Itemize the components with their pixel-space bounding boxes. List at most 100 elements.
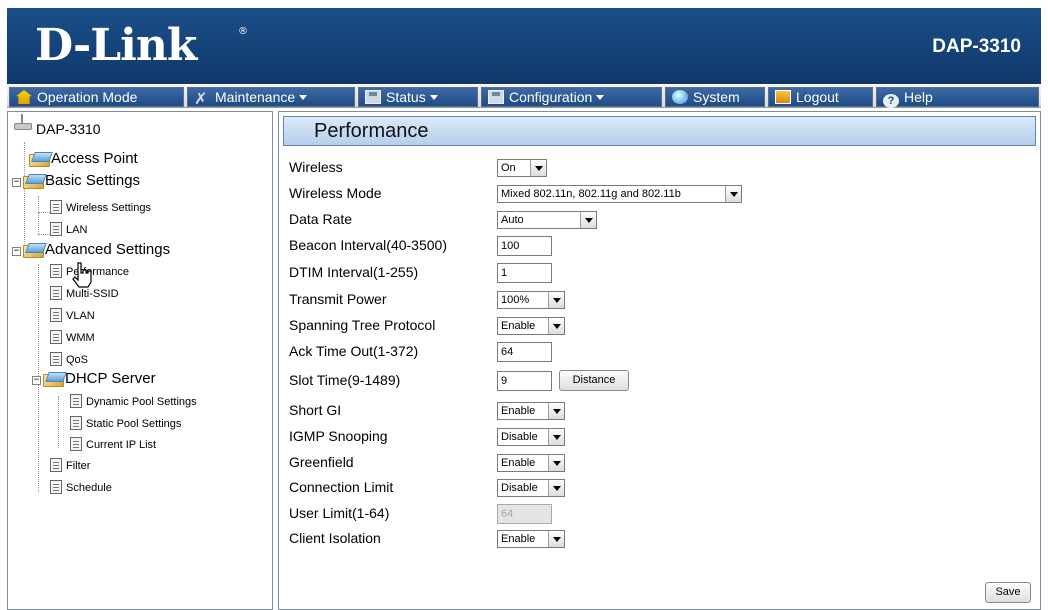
select-value: Auto <box>501 214 524 226</box>
row-greenfield: Greenfield Enable <box>289 451 1029 473</box>
menu-help[interactable]: ? Help <box>876 87 1039 108</box>
tree-label: Advanced Settings <box>45 241 171 258</box>
disk-icon <box>488 90 504 104</box>
menu-label: Maintenance <box>215 89 296 105</box>
row-slot-time: Slot Time(9-1489) 9 Distance <box>289 369 1029 391</box>
tree-label: WMM <box>66 332 95 344</box>
page-icon <box>70 394 82 408</box>
tree-item-dynamic-pool[interactable]: Dynamic Pool Settings <box>70 394 197 408</box>
panel-title-bar: Performance <box>283 116 1036 146</box>
row-transmit-power: Transmit Power 100% <box>289 288 1029 310</box>
menu-maintenance[interactable]: ✗ Maintenance <box>187 87 355 108</box>
tree-item-filter[interactable]: Filter <box>50 458 90 472</box>
menu-operation-mode[interactable]: Operation Mode <box>9 87 184 107</box>
collapse-icon[interactable]: − <box>32 376 41 385</box>
tree-item-wmm[interactable]: WMM <box>50 330 95 344</box>
user-limit-input: 64 <box>497 504 552 524</box>
row-wireless: Wireless On <box>289 156 1029 178</box>
select-value: Enable <box>501 405 536 417</box>
page-icon <box>50 308 62 322</box>
chevron-down-icon[interactable] <box>548 455 564 471</box>
chevron-down-icon[interactable] <box>530 160 546 176</box>
row-user-limit: User Limit(1-64) 64 <box>289 502 1029 524</box>
tree-label: Schedule <box>66 482 112 494</box>
tree-label: Access Point <box>51 150 138 167</box>
tree-item-dhcp-server[interactable]: − DHCP Server <box>32 370 156 387</box>
menu-configuration[interactable]: Configuration <box>481 87 662 107</box>
tree-label: Current IP List <box>86 439 157 451</box>
igmp-select[interactable]: Disable <box>497 428 565 446</box>
select-value: Enable <box>501 320 536 332</box>
chevron-down-icon[interactable] <box>548 318 564 334</box>
chevron-down-icon <box>429 95 438 100</box>
chevron-down-icon[interactable] <box>725 186 741 202</box>
tree-label: QoS <box>66 354 89 366</box>
logout-icon <box>775 90 791 104</box>
chevron-down-icon[interactable] <box>548 480 564 496</box>
data-rate-select[interactable]: Auto <box>497 211 597 229</box>
tree-line <box>58 396 59 448</box>
dtim-interval-input[interactable]: 1 <box>497 263 552 283</box>
menu-logout[interactable]: Logout <box>768 87 873 107</box>
row-beacon-interval: Beacon Interval(40-3500) 100 <box>289 234 1029 256</box>
transmit-power-select[interactable]: 100% <box>497 291 565 309</box>
tree-item-wireless-settings[interactable]: Wireless Settings <box>50 200 151 214</box>
wireless-mode-select[interactable]: Mixed 802.11n, 802.11g and 802.11b <box>497 185 742 203</box>
tree-item-multi-ssid[interactable]: Multi-SSID <box>50 286 119 300</box>
row-wireless-mode: Wireless Mode Mixed 802.11n, 802.11g and… <box>289 182 1029 204</box>
field-label: Ack Time Out(1-372) <box>289 343 419 359</box>
stp-select[interactable]: Enable <box>497 317 565 335</box>
row-ack-timeout: Ack Time Out(1-372) 64 <box>289 340 1029 362</box>
beacon-interval-input[interactable]: 100 <box>497 236 552 256</box>
ack-timeout-input[interactable]: 64 <box>497 342 552 362</box>
row-igmp: IGMP Snooping Disable <box>289 425 1029 447</box>
short-gi-select[interactable]: Enable <box>497 402 565 420</box>
slot-time-input[interactable]: 9 <box>497 371 552 391</box>
tree-item-vlan[interactable]: VLAN <box>50 308 95 322</box>
save-button[interactable]: Save <box>985 582 1031 603</box>
folder-icon <box>22 242 44 258</box>
page-icon <box>50 264 62 278</box>
disk-icon <box>365 90 381 104</box>
collapse-icon[interactable]: − <box>12 178 21 187</box>
menu-label: Configuration <box>509 89 593 105</box>
chevron-down-icon[interactable] <box>548 292 564 308</box>
page-icon <box>50 222 62 236</box>
chevron-down-icon <box>596 95 605 100</box>
tree-label: Wireless Settings <box>66 202 151 214</box>
tree-item-advanced-settings[interactable]: − Advanced Settings <box>12 241 170 258</box>
field-label: Beacon Interval(40-3500) <box>289 237 447 253</box>
tree-item-lan[interactable]: LAN <box>50 222 87 236</box>
help-icon: ? <box>883 94 899 108</box>
tree-item-static-pool[interactable]: Static Pool Settings <box>70 416 181 430</box>
select-value: Mixed 802.11n, 802.11g and 802.11b <box>501 188 681 200</box>
tree-item-schedule[interactable]: Schedule <box>50 480 112 494</box>
tree-item-basic-settings[interactable]: − Basic Settings <box>12 172 140 189</box>
tree-item-access-point[interactable]: Access Point <box>28 150 138 167</box>
chevron-down-icon[interactable] <box>548 403 564 419</box>
distance-button[interactable]: Distance <box>559 370 629 391</box>
field-label: Short GI <box>289 402 342 418</box>
chevron-down-icon[interactable] <box>548 531 564 547</box>
menu-system[interactable]: System <box>665 87 765 107</box>
greenfield-select[interactable]: Enable <box>497 454 565 472</box>
collapse-icon[interactable]: − <box>12 247 21 256</box>
folder-icon <box>42 371 64 387</box>
page-icon <box>50 352 62 366</box>
field-label: User Limit(1-64) <box>289 505 390 521</box>
device-model: DAP-3310 <box>932 36 1021 57</box>
field-label: Transmit Power <box>289 291 387 307</box>
chevron-down-icon[interactable] <box>580 212 596 228</box>
tree-item-qos[interactable]: QoS <box>50 352 88 366</box>
menu-label: System <box>693 89 740 105</box>
menu-status[interactable]: Status <box>358 87 478 107</box>
page-icon <box>70 437 82 451</box>
client-isolation-select[interactable]: Enable <box>497 530 565 548</box>
wireless-select[interactable]: On <box>497 159 547 177</box>
chevron-down-icon[interactable] <box>548 429 564 445</box>
tree-root-device[interactable]: DAP-3310 <box>12 114 101 137</box>
tree-item-current-ip-list[interactable]: Current IP List <box>70 437 156 451</box>
connection-limit-select[interactable]: Disable <box>497 479 565 497</box>
field-label: Data Rate <box>289 211 353 227</box>
home-icon <box>16 90 32 104</box>
